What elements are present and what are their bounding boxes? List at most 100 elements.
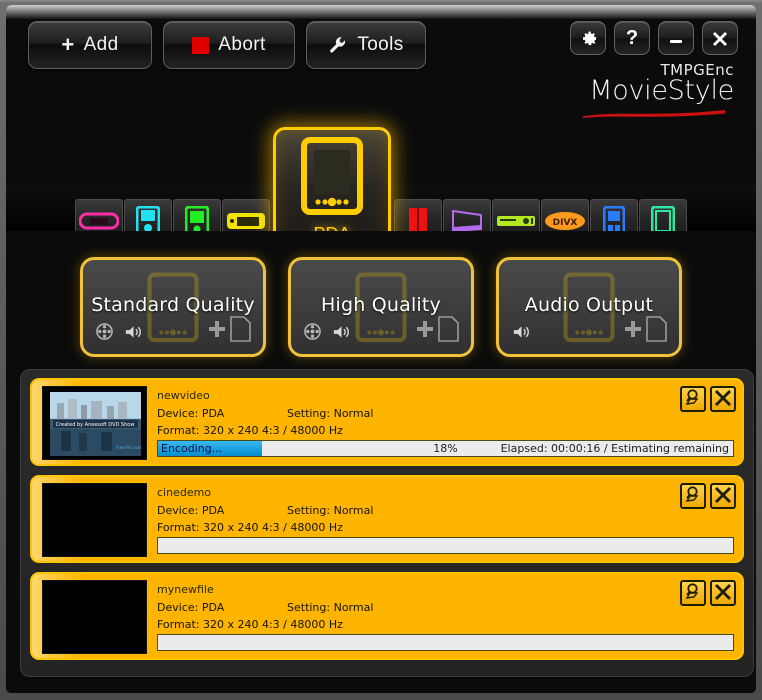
close-icon — [714, 485, 732, 508]
magnifier-page-icon — [684, 485, 702, 508]
walkman-icon — [603, 205, 625, 231]
plus-icon — [206, 318, 228, 345]
abort-button-label: Abort — [218, 34, 266, 55]
toolbar: + Add Abort Tools — [28, 21, 426, 69]
preset-format-icons — [512, 324, 531, 345]
help-button[interactable]: ? — [614, 21, 650, 55]
preset-high-quality[interactable]: High Quality — [288, 257, 474, 357]
job-setting: Setting: Normal — [287, 601, 374, 614]
device-item-playstation-3[interactable]: PlayStation 3 — [394, 199, 442, 231]
preset-title: Audio Output — [524, 294, 654, 316]
job-progress-percent — [158, 635, 733, 650]
pda-icon — [301, 137, 363, 220]
job-name: mynewfile — [157, 583, 214, 596]
svg-text:Created by Aneesoft DVD Show: Created by Aneesoft DVD Show — [56, 422, 135, 428]
preset-add-output-icons[interactable] — [206, 315, 252, 348]
preset-standard-quality[interactable]: Standard Quality — [80, 257, 266, 357]
add-button[interactable]: + Add — [28, 21, 152, 69]
minimize-icon — [667, 31, 685, 45]
job-details: cinedemo Device: PDA Setting: Normal For… — [157, 483, 734, 555]
job-meta: Device: PDA Setting: Normal — [157, 407, 734, 420]
carousel-items: PSP iPod/iPhone — [6, 127, 756, 231]
job-remove-button[interactable] — [710, 386, 736, 412]
device-item-xbox-360[interactable]: Xbox 360 — [492, 199, 540, 231]
wrench-icon — [328, 35, 348, 55]
job-setting: Setting: Normal — [287, 407, 374, 420]
device-item-divx[interactable]: DIVX DivX — [541, 199, 589, 231]
job-remove-button[interactable] — [710, 483, 736, 509]
ipod-icon — [136, 205, 160, 231]
job-meta: Device: PDA Setting: Normal — [157, 601, 734, 614]
settings-button[interactable] — [570, 21, 606, 55]
speaker-icon — [124, 324, 143, 345]
mylo-icon — [226, 205, 266, 231]
device-item-mylo[interactable]: mylo — [222, 199, 270, 231]
device-item-walkman[interactable]: WALKMAN — [590, 199, 638, 231]
job-name: newvideo — [157, 389, 210, 402]
device-carousel: PSP iPod/iPhone — [6, 101, 756, 231]
film-reel-icon — [96, 323, 113, 345]
title-bar-gloss — [6, 5, 756, 19]
job-actions — [680, 483, 736, 509]
device-item-ipad[interactable]: iPad — [639, 199, 687, 231]
svg-text:Free-Pic.com: Free-Pic.com — [116, 445, 141, 450]
job-thumbnail: Created by Aneesoft DVD Show Free-Pic.co… — [42, 386, 147, 460]
add-button-label: Add — [83, 34, 119, 55]
question-mark-icon: ? — [625, 26, 639, 49]
gear-icon — [579, 29, 598, 48]
device-label: PDA — [313, 224, 350, 231]
job-progress-bar: Encoding... 18% Elapsed: 00:00:16 / Esti… — [157, 440, 734, 457]
device-item-wii[interactable]: Wii — [443, 199, 491, 231]
job-preview-button[interactable] — [680, 483, 706, 509]
job-name: cinedemo — [157, 486, 212, 499]
job-progress-bar — [157, 537, 734, 554]
job-actions — [680, 580, 736, 606]
zune-icon — [185, 205, 209, 231]
job-meta: Device: PDA Setting: Normal — [157, 504, 734, 517]
close-icon — [711, 29, 729, 47]
ipad-icon — [651, 205, 675, 231]
job-format: Format: 320 x 240 4:3 / 48000 Hz — [157, 521, 343, 534]
window-controls: ? — [570, 21, 738, 55]
film-reel-icon — [304, 323, 321, 345]
job-progress-percent — [158, 538, 733, 553]
preset-add-output-icons[interactable] — [622, 315, 668, 348]
job-progress-bar — [157, 634, 734, 651]
job-preview-button[interactable] — [680, 386, 706, 412]
job-row[interactable]: cinedemo Device: PDA Setting: Normal For… — [30, 475, 744, 563]
magnifier-page-icon — [684, 388, 702, 411]
device-item-ipod-iphone[interactable]: iPod/iPhone — [124, 199, 172, 231]
xbox-360-icon — [496, 205, 536, 231]
plus-icon — [622, 318, 644, 345]
device-item-zune[interactable]: Zune — [173, 199, 221, 231]
close-icon — [714, 388, 732, 411]
divx-icon: DIVX — [544, 205, 586, 231]
job-details: mynewfile Device: PDA Setting: Normal Fo… — [157, 580, 734, 652]
job-list: Created by Aneesoft DVD Show Free-Pic.co… — [20, 369, 754, 677]
job-elapsed-text: Elapsed: 00:00:16 / Estimating remaining — [500, 442, 729, 455]
device-item-psp[interactable]: PSP — [75, 199, 123, 231]
job-device: Device: PDA — [157, 504, 225, 517]
stop-square-icon — [192, 36, 210, 54]
abort-button[interactable]: Abort — [163, 21, 295, 69]
job-row[interactable]: Created by Aneesoft DVD Show Free-Pic.co… — [30, 378, 744, 466]
job-remove-button[interactable] — [710, 580, 736, 606]
job-preview-button[interactable] — [680, 580, 706, 606]
tools-button[interactable]: Tools — [306, 21, 426, 69]
job-row[interactable]: mynewfile Device: PDA Setting: Normal Fo… — [30, 572, 744, 660]
close-icon — [714, 582, 732, 605]
job-format: Format: 320 x 240 4:3 / 48000 Hz — [157, 424, 343, 437]
preset-audio-output[interactable]: Audio Output — [496, 257, 682, 357]
page-icon — [437, 315, 460, 348]
device-item-pda-selected[interactable]: PDA — [273, 127, 391, 231]
preset-add-output-icons[interactable] — [414, 315, 460, 348]
minimize-button[interactable] — [658, 21, 694, 55]
preset-format-icons — [304, 323, 351, 345]
job-device: Device: PDA — [157, 601, 225, 614]
magnifier-page-icon — [684, 582, 702, 605]
job-actions — [680, 386, 736, 412]
playstation-3-icon — [405, 205, 431, 231]
job-details: newvideo Device: PDA Setting: Normal For… — [157, 386, 734, 458]
close-button[interactable] — [702, 21, 738, 55]
wii-icon — [450, 205, 484, 231]
